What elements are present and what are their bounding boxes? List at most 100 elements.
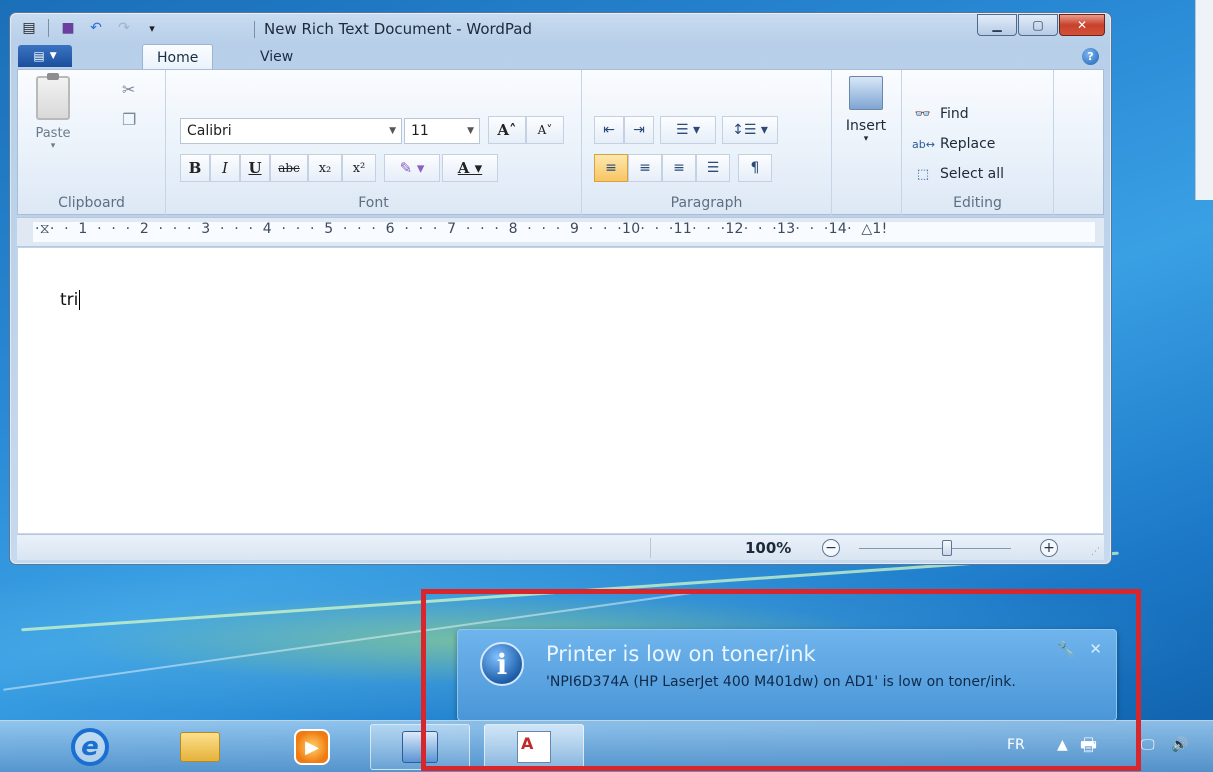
group-insert: Insert ▾ [832,70,902,216]
copy-icon[interactable]: ❐ [122,110,136,129]
close-button[interactable]: ✕ [1059,14,1105,36]
shrink-font-button[interactable]: A˅ [526,116,564,144]
ribbon-tab-row: ▤ ▼ Home View ? [10,44,1111,69]
paste-button[interactable]: Paste ▾ [28,73,78,151]
toolbar-separator [48,19,49,37]
highlight-color-button[interactable]: ✎ ▾ [384,154,440,182]
binoculars-icon: 👓 [914,106,932,122]
select-all-icon: ⬚ [916,166,930,182]
resize-grip-icon[interactable]: ⋰ [1091,547,1100,557]
zoom-in-button[interactable]: + [1040,539,1058,557]
chevron-down-icon: ▼ [49,51,57,61]
replace-icon: ab↔ [912,137,935,151]
title-bar[interactable]: ▤ ■ ↶ ↷ ▾ New Rich Text Document - WordP… [10,13,1111,43]
font-family-value: Calibri [187,123,232,139]
align-right-button[interactable]: ≡ [662,154,696,182]
taskbar-media-player[interactable]: ▶ [262,724,362,770]
font-family-select[interactable]: Calibri ▼ [180,118,402,144]
strikethrough-button[interactable]: abc [270,154,308,182]
grow-font-button[interactable]: A˄ [488,116,526,144]
undo-icon[interactable]: ↶ [87,19,105,37]
maximize-button[interactable]: ▢ [1018,14,1058,36]
group-clipboard: Paste ▾ ✂ ❐ Clipboard [18,70,166,216]
zoom-slider[interactable] [859,548,1011,549]
justify-button[interactable]: ☰ [696,154,730,182]
ruler-marks: ·⧖· · 1 · · · 2 · · · 3 · · · 4 · · · 5 … [35,221,888,237]
group-label-paragraph: Paragraph [670,195,743,211]
find-label: Find [940,106,969,122]
window-controls: ▁ ▢ ✕ [977,14,1105,36]
cut-icon[interactable]: ✂ [122,80,135,99]
wordpad-app-icon[interactable]: ▤ [20,19,38,37]
menu-icon: ▤ [33,49,45,63]
title-separator [254,21,255,38]
decrease-indent-button[interactable]: ⇤ [594,116,624,144]
network-icon[interactable]: 🖵 [1141,737,1155,753]
clipboard-icon [36,73,70,120]
font-size-select[interactable]: 11 ▼ [404,118,480,144]
align-left-button[interactable]: ≡ [594,154,628,182]
status-bar: 100% − + ⋰ [17,534,1104,560]
chevron-down-icon: ▾ [50,141,56,151]
help-icon[interactable]: ? [1082,48,1099,65]
document-content: tri [60,290,79,310]
application-menu-button[interactable]: ▤ ▼ [18,45,72,67]
media-player-icon: ▶ [294,729,330,765]
superscript-button[interactable]: x² [342,154,376,182]
folder-icon [180,732,220,762]
picture-icon [849,76,883,110]
quick-access-toolbar: ▤ ■ ↶ ↷ ▾ [20,19,161,37]
taskbar-internet-explorer[interactable]: e [40,724,140,770]
status-divider [650,538,651,558]
tab-home[interactable]: Home [142,44,214,69]
minimize-button[interactable]: ▁ [977,14,1017,36]
replace-label: Replace [940,136,996,152]
group-label-clipboard: Clipboard [58,195,125,211]
subscript-button[interactable]: x₂ [308,154,342,182]
taskbar-file-explorer[interactable] [150,724,250,770]
bold-button[interactable]: B [180,154,210,182]
chevron-down-icon: ▾ [863,134,869,144]
redo-icon[interactable]: ↷ [115,19,133,37]
tab-view[interactable]: View [246,44,307,69]
document-area[interactable]: tri [17,248,1104,533]
zoom-level: 100% [745,539,792,557]
document-text: tri [60,290,81,310]
text-color-button[interactable]: A ▾ [442,154,498,182]
text-caret [79,290,81,310]
select-all-label: Select all [940,166,1004,182]
insert-button[interactable]: Insert ▾ [838,76,894,144]
internet-explorer-icon: e [71,728,109,766]
find-button[interactable]: 👓 Find [912,106,969,122]
red-highlight-box [421,589,1141,771]
paste-label: Paste [35,126,71,141]
line-spacing-button[interactable]: ↕☰ ▾ [722,116,778,144]
font-size-value: 11 [411,123,429,139]
customize-toolbar-icon[interactable]: ▾ [143,19,161,37]
chevron-down-icon: ▼ [467,126,474,136]
group-label-editing: Editing [953,195,1002,211]
background-window-edge [1195,0,1213,200]
ribbon-home: Paste ▾ ✂ ❐ Clipboard Calibri ▼ 11 ▼ A˄ … [17,69,1104,216]
zoom-out-button[interactable]: − [822,539,840,557]
zoom-slider-thumb[interactable] [942,540,953,556]
replace-button[interactable]: ab↔ Replace [912,136,995,152]
save-icon[interactable]: ■ [59,19,77,37]
increase-indent-button[interactable]: ⇥ [624,116,654,144]
wordpad-window: ▤ ■ ↶ ↷ ▾ New Rich Text Document - WordP… [9,12,1112,565]
ruler[interactable]: ·⧖· · 1 · · · 2 · · · 3 · · · 4 · · · 5 … [17,217,1104,247]
insert-label: Insert [845,118,887,134]
volume-icon[interactable]: 🔊 [1171,737,1188,753]
align-center-button[interactable]: ≡ [628,154,662,182]
window-title: New Rich Text Document - WordPad [264,20,533,38]
bullet-list-button[interactable]: ☰ ▾ [660,116,716,144]
group-editing: 👓 Find ab↔ Replace ⬚ Select all Editing [902,70,1054,216]
underline-button[interactable]: U [240,154,270,182]
group-label-font: Font [358,195,389,211]
paragraph-settings-button[interactable]: ¶ [738,154,772,182]
chevron-down-icon: ▼ [389,126,396,136]
select-all-button[interactable]: ⬚ Select all [912,166,1004,182]
group-paragraph: ⇤ ⇥ ☰ ▾ ↕☰ ▾ ≡ ≡ ≡ ☰ ¶ Paragraph [582,70,832,216]
group-font: Calibri ▼ 11 ▼ A˄ A˅ B I U abc x₂ x² ✎ ▾… [166,70,582,216]
italic-button[interactable]: I [210,154,240,182]
